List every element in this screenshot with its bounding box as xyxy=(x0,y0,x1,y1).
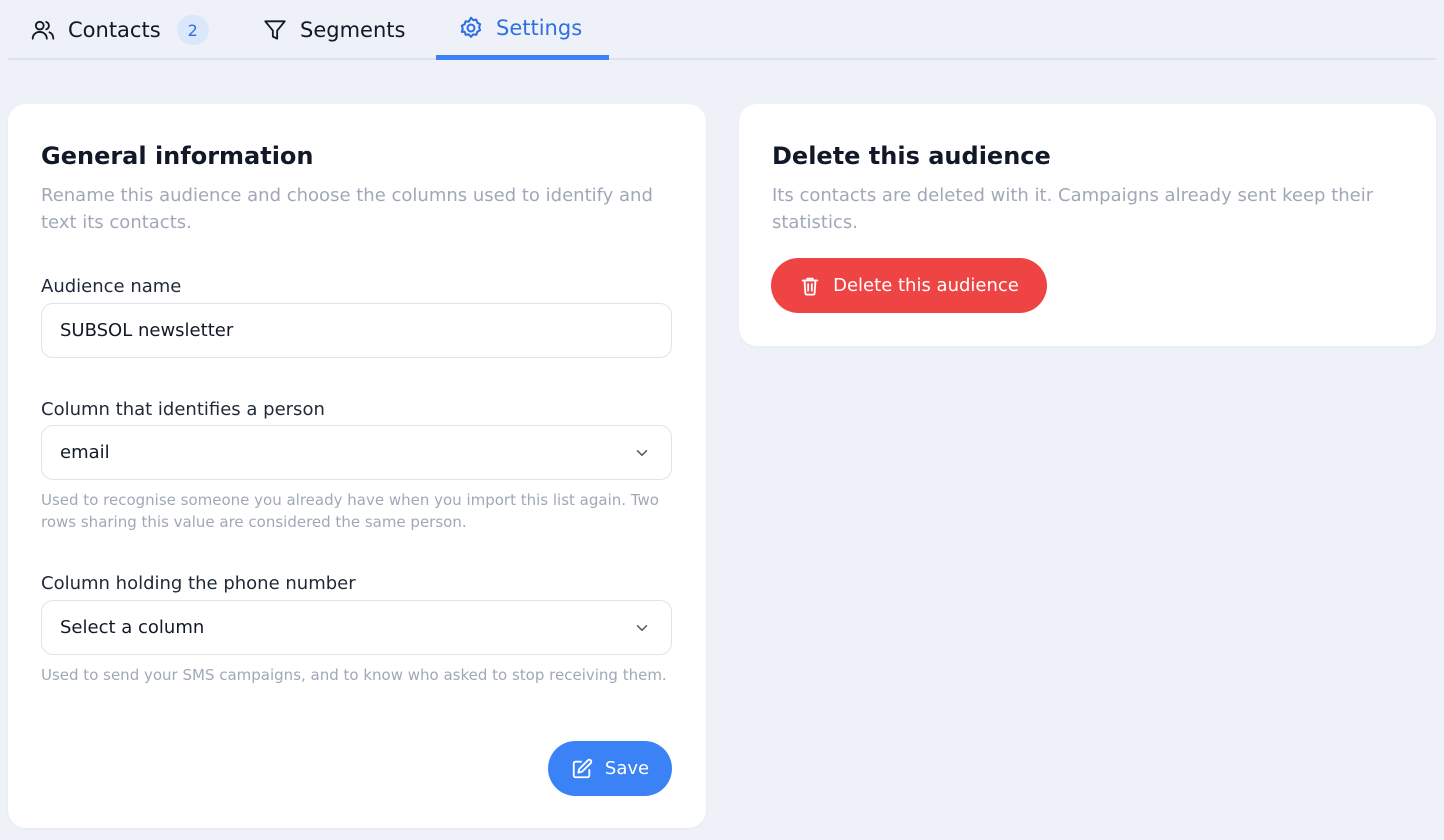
general-information-description: Rename this audience and choose the colu… xyxy=(41,185,653,233)
phone-column-value: Select a column xyxy=(60,617,205,638)
gear-icon xyxy=(458,15,484,41)
edit-icon xyxy=(571,758,593,780)
delete-audience-card: Delete this audience Its contacts are de… xyxy=(739,104,1436,346)
save-button[interactable]: Save xyxy=(548,741,672,796)
filter-icon xyxy=(262,17,288,43)
audience-name-label: Audience name xyxy=(41,276,182,297)
audience-name-value: SUBSOL newsletter xyxy=(60,320,234,341)
audience-name-input[interactable]: SUBSOL newsletter xyxy=(41,303,672,358)
tab-segments-label: Segments xyxy=(300,18,406,42)
chevron-down-icon xyxy=(633,444,651,462)
id-column-label: Column that identifies a person xyxy=(41,399,325,420)
tab-settings[interactable]: Settings xyxy=(436,0,609,60)
general-information-title: General information xyxy=(41,142,314,170)
tab-segments[interactable]: Segments xyxy=(262,0,405,60)
chevron-down-icon xyxy=(633,619,651,637)
users-icon xyxy=(30,17,56,43)
contacts-count-badge: 2 xyxy=(176,15,209,45)
delete-audience-title: Delete this audience xyxy=(772,142,1051,170)
phone-column-select[interactable]: Select a column xyxy=(41,600,672,655)
delete-audience-button[interactable]: Delete this audience xyxy=(771,258,1047,313)
save-button-label: Save xyxy=(604,758,650,779)
delete-audience-button-label: Delete this audience xyxy=(833,275,1019,296)
tab-contacts-label: Contacts xyxy=(68,18,161,42)
id-column-value: email xyxy=(60,442,110,463)
phone-column-hint: Used to send your SMS campaigns, and to … xyxy=(41,666,667,684)
tab-bar: Contacts 2 Segments Settings xyxy=(8,0,1436,60)
delete-audience-description: Its contacts are deleted with it. Campai… xyxy=(772,185,1374,233)
general-information-card: General information Rename this audience… xyxy=(8,104,706,828)
trash-icon xyxy=(799,275,821,297)
tab-contacts[interactable]: Contacts 2 xyxy=(30,0,209,60)
tab-settings-label: Settings xyxy=(496,16,583,40)
id-column-select[interactable]: email xyxy=(41,425,672,480)
phone-column-label: Column holding the phone number xyxy=(41,573,356,594)
id-column-hint: Used to recognise someone you already ha… xyxy=(41,491,659,531)
